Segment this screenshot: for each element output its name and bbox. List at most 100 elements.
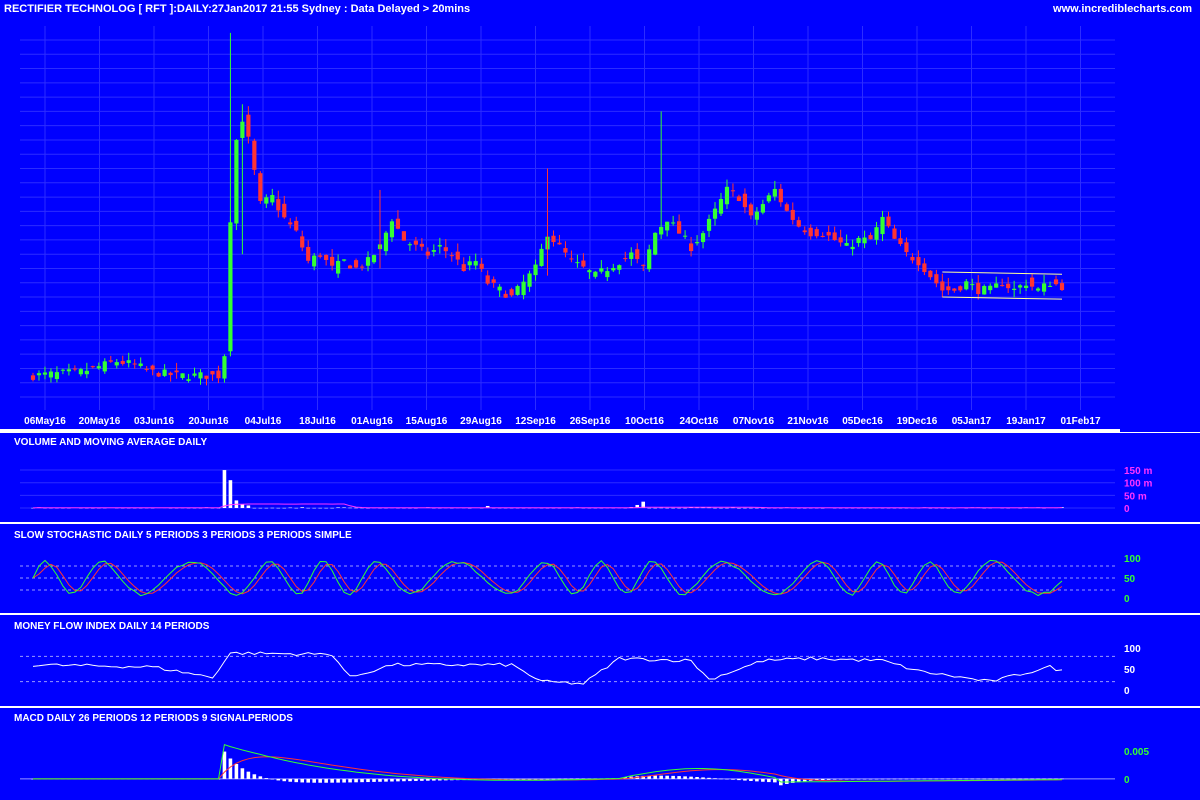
- panel-separator: [0, 613, 1200, 615]
- volume-bar: [258, 507, 263, 509]
- date-axis-label: 20May16: [79, 416, 121, 427]
- macd-histogram-bar: [677, 776, 681, 779]
- macd-histogram-bar: [940, 778, 945, 780]
- macd-histogram-bar: [952, 778, 957, 780]
- candle-down: [479, 263, 484, 269]
- candle-up: [671, 222, 676, 224]
- stochastic-axis-label: 0: [1124, 594, 1130, 605]
- candle-up: [186, 379, 191, 381]
- macd-histogram-bar: [767, 778, 771, 783]
- volume-bar: [330, 507, 334, 509]
- date-axis-label: 19Dec16: [897, 416, 938, 427]
- macd-histogram-bar: [264, 778, 269, 779]
- candle-down: [174, 370, 179, 373]
- candle-down: [330, 256, 335, 266]
- macd-histogram-bar: [856, 778, 861, 780]
- volume-bar: [288, 507, 293, 509]
- candle-up: [539, 248, 544, 266]
- candle-up: [599, 268, 604, 272]
- volume-bar: [653, 507, 657, 509]
- mfi-axis-label: 100: [1124, 644, 1141, 655]
- macd-histogram-bar: [832, 778, 837, 780]
- candle-up: [264, 197, 269, 204]
- macd-histogram-bar: [330, 778, 334, 783]
- date-axis-label: 06May16: [24, 416, 66, 427]
- volume-bar: [713, 507, 717, 509]
- macd-histogram-bar: [826, 778, 831, 780]
- candle-down: [425, 251, 430, 256]
- macd-histogram-bar: [916, 778, 921, 780]
- candle-up: [587, 270, 592, 273]
- date-axis-label: 26Sep16: [570, 416, 611, 427]
- candle-down: [359, 266, 365, 268]
- candle-up: [1047, 285, 1053, 287]
- candle-down: [413, 240, 418, 245]
- candle-up: [772, 188, 777, 197]
- candle-up: [533, 264, 538, 276]
- candle-up: [593, 271, 598, 277]
- candle-down: [820, 235, 825, 237]
- candle-up: [437, 245, 442, 247]
- macd-histogram-bar: [671, 775, 675, 779]
- candle-up: [198, 372, 203, 379]
- macd-histogram-bar: [886, 778, 891, 780]
- candle-down: [952, 288, 957, 291]
- candle-down: [838, 237, 843, 243]
- panel-separator: [0, 522, 1200, 524]
- candle-down: [784, 204, 789, 211]
- volume-bar: [647, 507, 651, 509]
- macd-histogram-bar: [282, 778, 287, 782]
- candle-down: [509, 289, 514, 296]
- candle-up: [683, 235, 688, 237]
- volume-axis-label: 150 m: [1124, 466, 1152, 477]
- candle-up: [659, 226, 664, 235]
- candle-up: [694, 242, 700, 244]
- volume-bar: [312, 507, 316, 509]
- candle-down: [910, 256, 915, 261]
- candle-up: [994, 283, 999, 288]
- macd-histogram-bar: [934, 778, 939, 780]
- volume-axis-label: 50 m: [1124, 491, 1147, 502]
- candle-up: [336, 260, 341, 274]
- candle-down: [742, 193, 748, 208]
- candle-down: [904, 242, 909, 253]
- candle-down: [641, 264, 646, 266]
- candle-down: [419, 243, 424, 247]
- candle-down: [455, 251, 460, 260]
- candle-down: [395, 218, 401, 229]
- macd-histogram-bar: [1000, 778, 1004, 780]
- macd-histogram-bar: [946, 778, 951, 780]
- macd-histogram-bar: [240, 768, 245, 779]
- site-link[interactable]: www.incrediblecharts.com: [1052, 3, 1192, 15]
- candle-up: [629, 252, 634, 259]
- candle-down: [216, 370, 221, 379]
- candle-up: [766, 195, 771, 202]
- candle-down: [449, 255, 454, 257]
- candle-up: [665, 221, 670, 231]
- macd-histogram-bar: [1054, 778, 1058, 780]
- candle-down: [808, 227, 813, 237]
- candle-up: [874, 227, 879, 240]
- date-axis-label: 12Sep16: [515, 416, 556, 427]
- volume-bar: [336, 507, 340, 508]
- candle-down: [156, 373, 161, 377]
- date-axis-label: 21Nov16: [787, 416, 829, 427]
- candle-up: [431, 250, 436, 252]
- macd-histogram-bar: [276, 778, 281, 781]
- candle-down: [353, 260, 359, 268]
- volume-panel-title: VOLUME AND MOVING AVERAGE DAILY: [14, 437, 207, 448]
- candle-up: [862, 237, 867, 244]
- candle-down: [252, 140, 257, 170]
- macd-histogram-bar: [402, 778, 406, 782]
- candle-down: [946, 286, 951, 291]
- candle-up: [341, 259, 347, 261]
- candle-down: [300, 236, 305, 248]
- volume-bar: [743, 507, 747, 509]
- candle-down: [802, 230, 807, 233]
- candle-up: [754, 211, 759, 220]
- macd-histogram-bar: [336, 778, 340, 783]
- candle-down: [401, 231, 407, 241]
- candle-down: [168, 372, 173, 376]
- candle-down: [832, 232, 837, 240]
- volume-bar: [671, 507, 675, 509]
